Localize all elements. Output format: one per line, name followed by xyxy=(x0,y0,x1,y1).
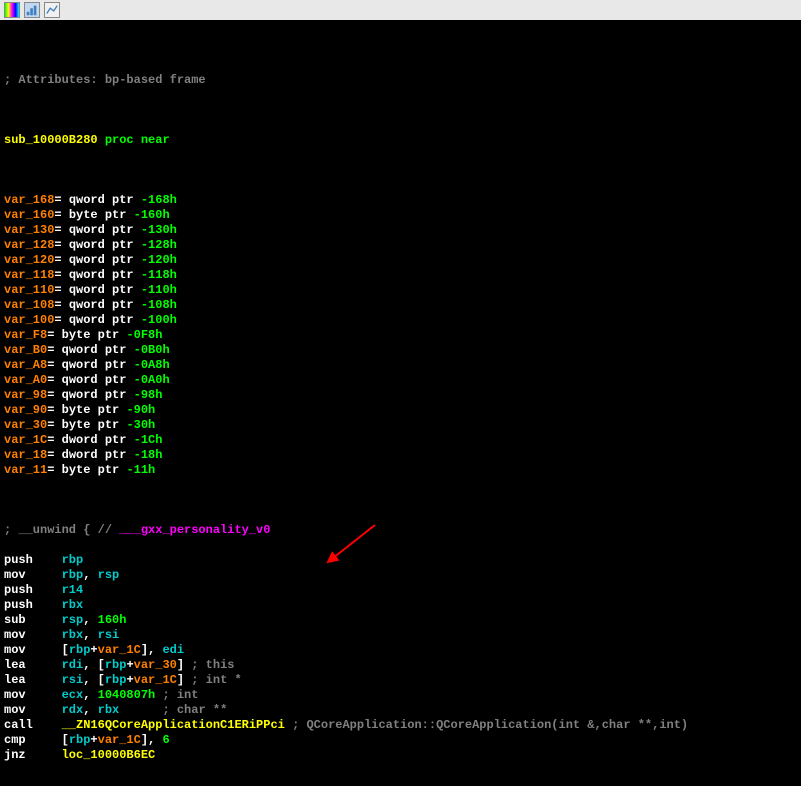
var-decl: var_128= qword ptr -128h xyxy=(4,238,797,253)
attributes-comment: ; Attributes: bp-based frame xyxy=(4,73,797,88)
instruction-mov: mov rbx, rsi xyxy=(4,628,797,643)
instruction-mov: mov [rbp+var_1C], edi xyxy=(4,643,797,658)
graph-icon[interactable] xyxy=(44,2,60,18)
instruction-mov: mov rdx, rbx ; char ** xyxy=(4,703,797,718)
stack-variables: var_168= qword ptr -168hvar_160= byte pt… xyxy=(4,193,797,478)
var-decl: var_98= qword ptr -98h xyxy=(4,388,797,403)
instruction-mov: mov ecx, 1040807h ; int xyxy=(4,688,797,703)
instruction-jnz: jnz loc_10000B6EC xyxy=(4,748,797,763)
var-decl: var_168= qword ptr -168h xyxy=(4,193,797,208)
var-decl: var_30= byte ptr -30h xyxy=(4,418,797,433)
instruction-push: push r14 xyxy=(4,583,797,598)
instructions: push rbpmov rbp, rsppush r14push rbxsub … xyxy=(4,553,797,763)
var-decl: var_160= byte ptr -160h xyxy=(4,208,797,223)
var-decl: var_108= qword ptr -108h xyxy=(4,298,797,313)
instruction-cmp: cmp [rbp+var_1C], 6 xyxy=(4,733,797,748)
instruction-lea: lea rdi, [rbp+var_30] ; this xyxy=(4,658,797,673)
var-decl: var_100= qword ptr -100h xyxy=(4,313,797,328)
var-decl: var_A8= qword ptr -0A8h xyxy=(4,358,797,373)
instruction-push: push rbx xyxy=(4,598,797,613)
disassembly-view[interactable]: ; Attributes: bp-based frame sub_10000B2… xyxy=(0,20,801,786)
var-decl: var_F8= byte ptr -0F8h xyxy=(4,328,797,343)
var-decl: var_110= qword ptr -110h xyxy=(4,283,797,298)
blank-line xyxy=(4,493,797,508)
var-decl: var_B0= qword ptr -0B0h xyxy=(4,343,797,358)
unwind-line: ; __unwind { // ___gxx_personality_v0 xyxy=(4,523,797,538)
var-decl: var_118= qword ptr -118h xyxy=(4,268,797,283)
instruction-push: push rbp xyxy=(4,553,797,568)
blank-line xyxy=(4,163,797,178)
var-decl: var_11= byte ptr -11h xyxy=(4,463,797,478)
var-decl: var_18= dword ptr -18h xyxy=(4,448,797,463)
instruction-mov: mov rbp, rsp xyxy=(4,568,797,583)
var-decl: var_90= byte ptr -90h xyxy=(4,403,797,418)
function-header: sub_10000B280 proc near xyxy=(4,133,797,148)
toolbar xyxy=(0,0,801,20)
var-decl: var_A0= qword ptr -0A0h xyxy=(4,373,797,388)
color-bars-icon[interactable] xyxy=(4,2,20,18)
blank-line xyxy=(4,103,797,118)
var-decl: var_130= qword ptr -130h xyxy=(4,223,797,238)
instruction-sub: sub rsp, 160h xyxy=(4,613,797,628)
chart-icon[interactable] xyxy=(24,2,40,18)
blank-line xyxy=(4,43,797,58)
var-decl: var_1C= dword ptr -1Ch xyxy=(4,433,797,448)
instruction-lea: lea rsi, [rbp+var_1C] ; int * xyxy=(4,673,797,688)
instruction-call: call __ZN16QCoreApplicationC1ERiPPci ; Q… xyxy=(4,718,797,733)
var-decl: var_120= qword ptr -120h xyxy=(4,253,797,268)
